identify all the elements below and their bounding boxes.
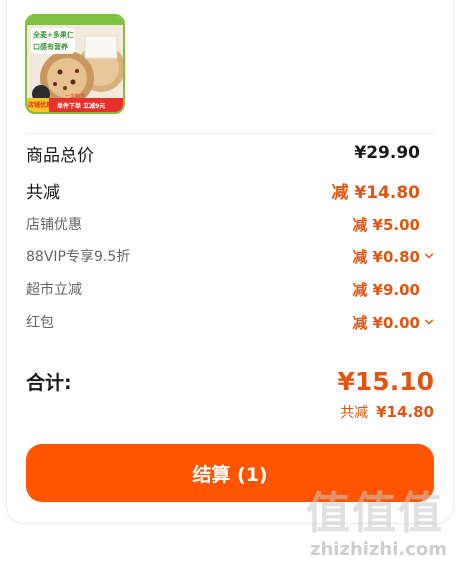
discount-value-shop: 减 ¥5.00 — [352, 214, 434, 235]
grand-total-label: 合计: — [26, 371, 72, 394]
discount-row-redpacket[interactable]: 红包 减 ¥0.00 — [26, 311, 434, 333]
discount-value-vip[interactable]: 减 ¥0.80 — [352, 246, 434, 267]
total-discount-label: 共减 — [26, 182, 60, 203]
discount-amount-vip: 减 ¥0.80 — [352, 247, 420, 266]
discount-value-redpacket[interactable]: 减 ¥0.00 — [352, 312, 434, 333]
discount-label-supermarket: 超市立减 — [26, 282, 82, 298]
discount-amount-shop: 减 ¥5.00 — [352, 215, 420, 234]
discount-row-vip[interactable]: 88VIP专享9.5折 减 ¥0.80 — [26, 245, 434, 267]
goods-total-row: 商品总价 ¥29.90 — [26, 140, 434, 166]
grand-total-value: ¥15.10 — [337, 366, 434, 396]
product-badge: 全麦+多果仁 口感有营养 — [31, 28, 75, 54]
discount-label-vip: 88VIP专享9.5折 — [26, 249, 131, 265]
grand-total-row: 合计: ¥15.10 — [26, 364, 434, 398]
chevron-down-icon[interactable] — [424, 317, 434, 327]
discount-value-supermarket: 减 ¥9.00 — [352, 279, 434, 300]
product-badge-line2: 口感有营养 — [33, 43, 68, 51]
product-tag-promo: 单件下单 立减9元 — [57, 103, 106, 110]
chevron-down-icon[interactable] — [424, 251, 434, 261]
total-discount-value: 减 ¥14.80 — [331, 182, 420, 203]
total-discount-row: 共减 减 ¥14.80 — [26, 177, 434, 203]
goods-total-label: 商品总价 — [26, 145, 94, 166]
discount-amount-redpacket: 减 ¥0.00 — [352, 313, 420, 332]
checkout-button[interactable]: 结算 (1) — [26, 444, 434, 502]
discount-row-supermarket: 超市立减 减 ¥9.00 — [26, 278, 434, 300]
product-tag-bundle: 一次购齐 — [65, 94, 86, 100]
discount-row-shop: 店铺优惠 减 ¥5.00 — [26, 213, 434, 235]
discount-amount-supermarket: 减 ¥9.00 — [352, 280, 420, 299]
discount-label-shop: 店铺优惠 — [26, 217, 82, 233]
product-badge-line1: 全麦+多果仁 — [33, 31, 74, 39]
discount-label-redpacket: 红包 — [26, 315, 54, 331]
section-divider — [25, 133, 435, 134]
watermark-site: zhizhizhi.com — [310, 539, 448, 560]
goods-total-value: ¥29.90 — [354, 143, 420, 163]
savings-label: 共减 — [340, 405, 369, 421]
product-tag-shop: 店铺优惠 — [28, 102, 53, 109]
product-thumbnail[interactable]: 全麦+多果仁 口感有营养 店铺优惠 一次购齐 单件下单 立减9元 — [25, 14, 125, 114]
savings-row: 共减 ¥14.80 — [26, 400, 434, 424]
savings-value: ¥14.80 — [376, 403, 434, 421]
